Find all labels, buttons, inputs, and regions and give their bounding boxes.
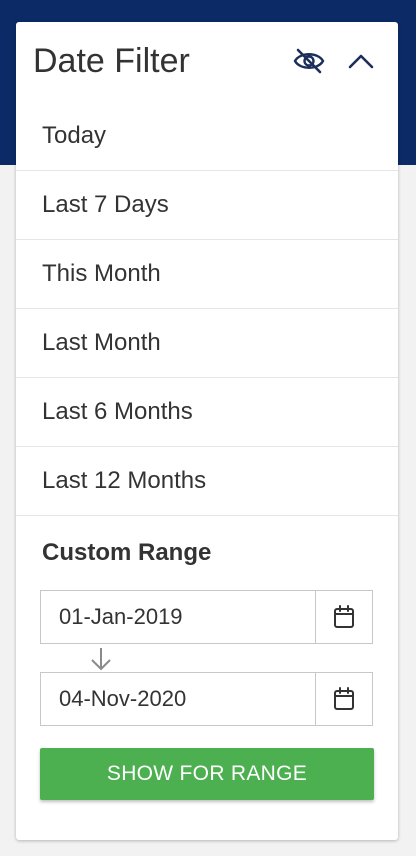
option-this-month[interactable]: This Month <box>16 240 398 309</box>
panel-title: Date Filter <box>33 42 190 80</box>
calendar-icon <box>334 687 354 710</box>
from-date-calendar-button[interactable] <box>315 591 372 643</box>
from-date-field <box>40 590 373 644</box>
option-last-12-months[interactable]: Last 12 Months <box>16 447 398 516</box>
to-date-field <box>40 672 373 726</box>
eye-off-icon <box>293 48 325 74</box>
date-filter-panel: Date Filter Today Last 7 Days This Month… <box>16 22 398 840</box>
custom-range-label: Custom Range <box>42 539 212 566</box>
collapse-panel-button[interactable] <box>344 46 378 76</box>
calendar-icon <box>334 605 354 628</box>
panel-header: Date Filter <box>16 22 398 102</box>
option-today[interactable]: Today <box>16 102 398 171</box>
to-date-calendar-button[interactable] <box>315 673 372 725</box>
from-date-input[interactable] <box>41 591 317 643</box>
hide-filter-button[interactable] <box>292 46 326 76</box>
show-for-range-button[interactable]: SHOW FOR RANGE <box>40 748 374 800</box>
arrow-down-icon <box>91 648 111 671</box>
preset-range-list: Today Last 7 Days This Month Last Month … <box>16 102 398 516</box>
option-last-6-months[interactable]: Last 6 Months <box>16 378 398 447</box>
option-last-7-days[interactable]: Last 7 Days <box>16 171 398 240</box>
option-last-month[interactable]: Last Month <box>16 309 398 378</box>
chevron-up-icon <box>348 54 374 69</box>
to-date-input[interactable] <box>41 673 317 725</box>
